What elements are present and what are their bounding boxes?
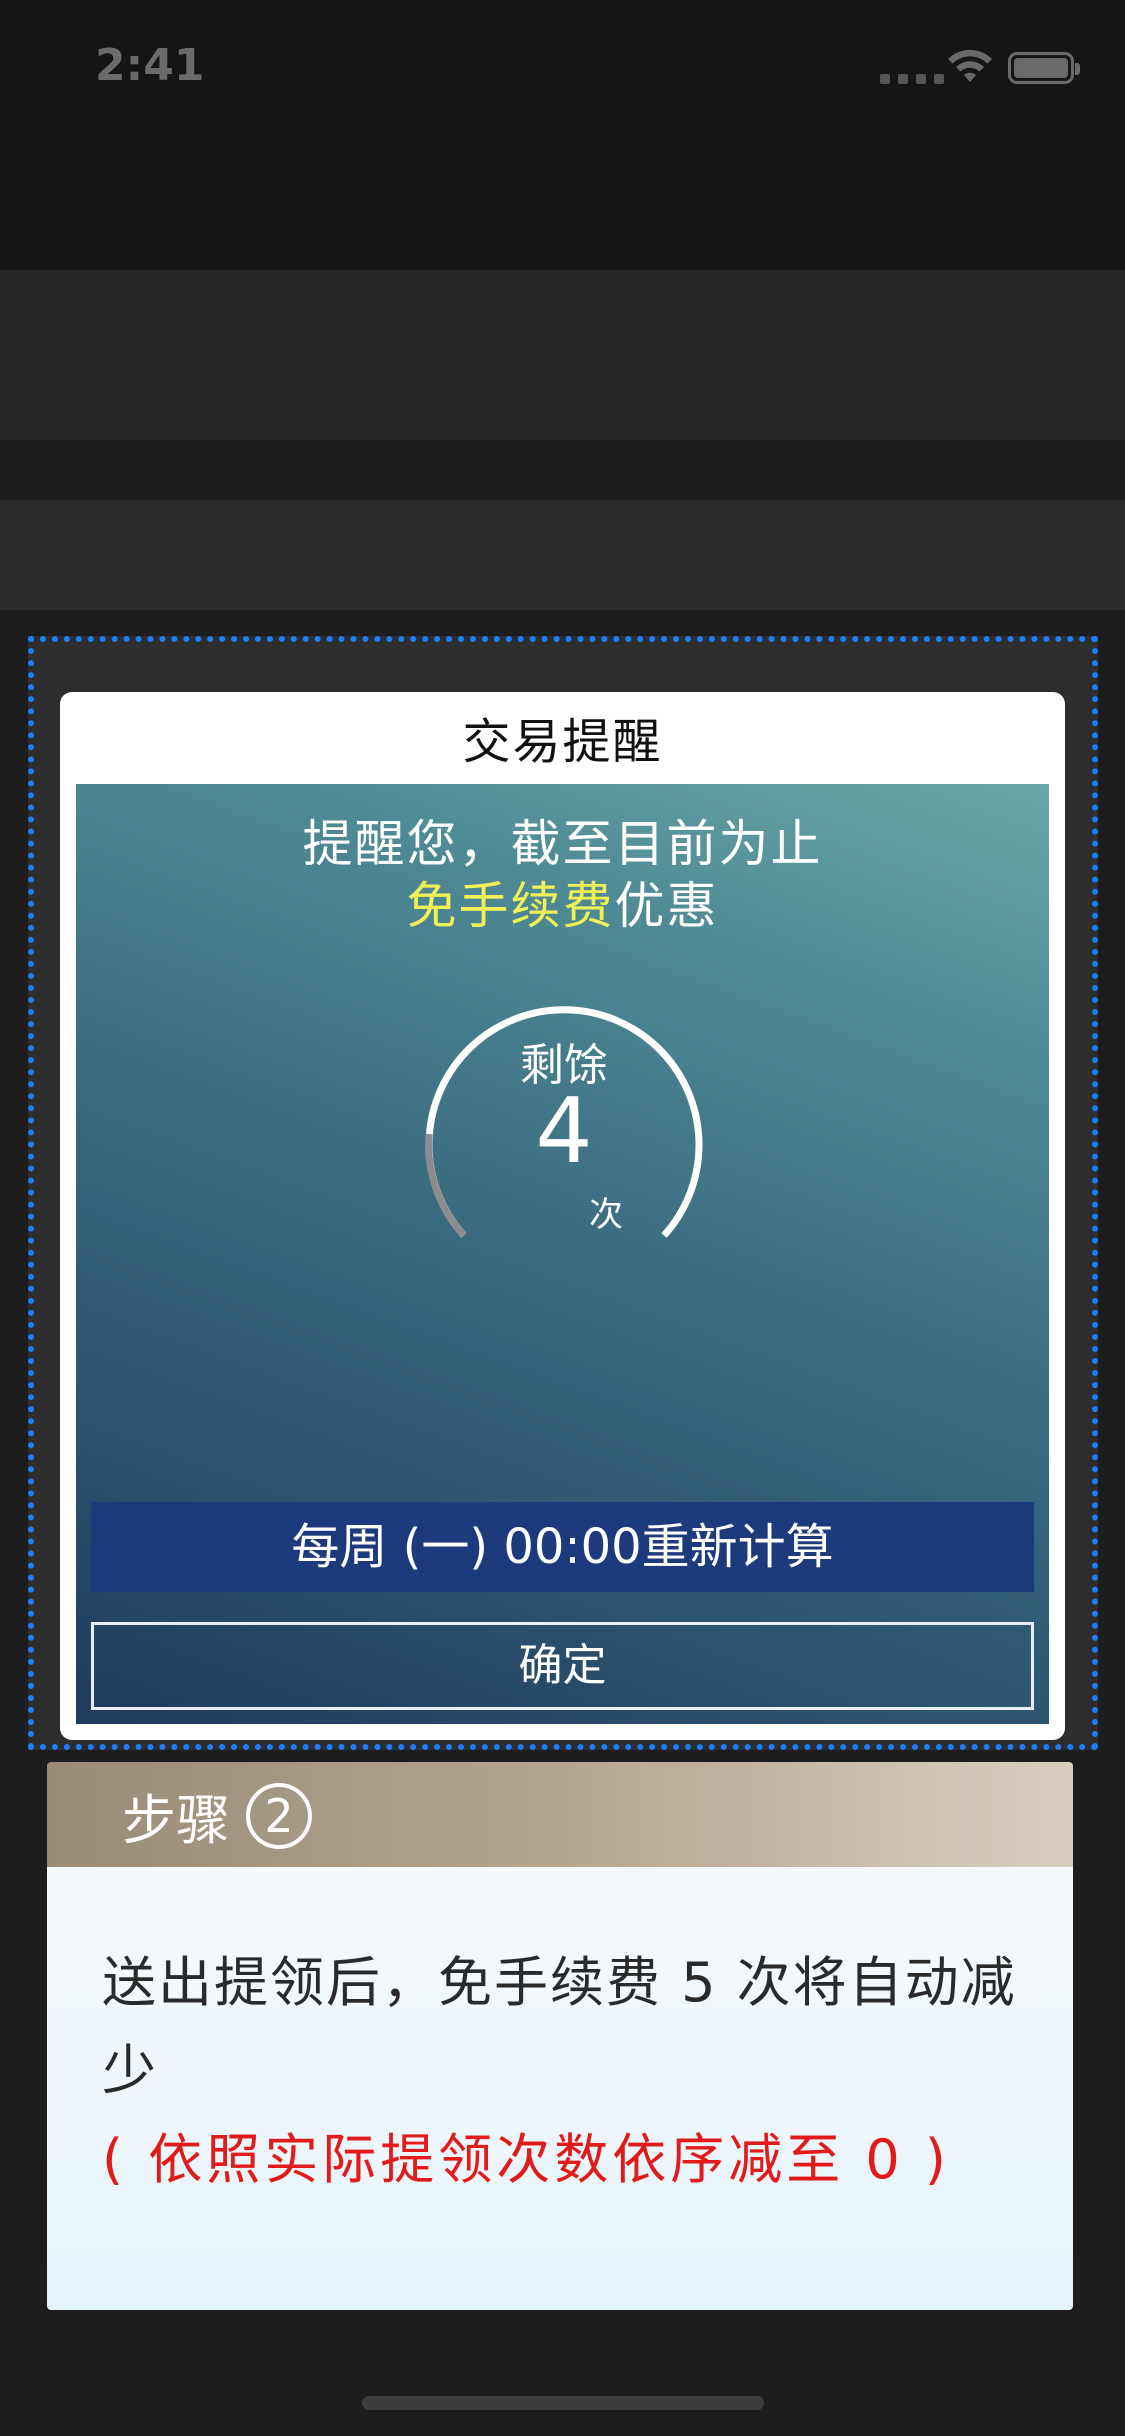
battery-icon [1008, 52, 1080, 84]
status-time: 2:41 [95, 40, 205, 91]
step-body: 送出提领后，免手续费 5 次将自动减少 ( 依照实际提领次数依序减至 0 ) [47, 1867, 1073, 2310]
weekly-reset-notice: 每周 (一) 00:00重新计算 [91, 1502, 1034, 1592]
trade-reminder-dialog: 交易提醒 提醒您，截至目前为止 免手续费优惠 剩馀 4 次 每周 (一) 00:… [60, 692, 1065, 1740]
remaining-count-gauge: 剩馀 4 次 [419, 999, 709, 1289]
fee-free-highlight: 免手续费 [406, 877, 615, 935]
status-bar: 2:41 [0, 0, 1125, 140]
background-tab-strip [0, 270, 1125, 440]
step-header: 步骤 2 [47, 1762, 1073, 1867]
dialog-content-panel: 提醒您，截至目前为止 免手续费优惠 剩馀 4 次 每周 (一) 00:00重新计… [76, 784, 1049, 1724]
remaining-count: 4 [535, 1079, 593, 1184]
step-label: 步骤 [122, 1789, 230, 1852]
step-title: 步骤 2 [122, 1776, 312, 1855]
tutorial-step-card: 步骤 2 送出提领后，免手续费 5 次将自动减少 ( 依照实际提领次数依序减至 … [47, 1762, 1073, 2310]
step-description: 送出提领后，免手续费 5 次将自动减少 [102, 1951, 1017, 2102]
reminder-line-2: 免手续费优惠 [76, 866, 1049, 938]
background-row [0, 500, 1125, 610]
remaining-unit: 次 [589, 1195, 623, 1235]
confirm-button[interactable]: 确定 [91, 1622, 1034, 1710]
home-indicator[interactable] [362, 2396, 764, 2410]
reminder-line-2-rest: 优惠 [614, 877, 719, 935]
step-note: ( 依照实际提领次数依序减至 0 ) [102, 2128, 950, 2191]
step-number-badge: 2 [246, 1782, 312, 1849]
cellular-signal-icon [880, 74, 944, 84]
wifi-icon [948, 49, 992, 82]
dialog-title: 交易提醒 [462, 714, 663, 770]
